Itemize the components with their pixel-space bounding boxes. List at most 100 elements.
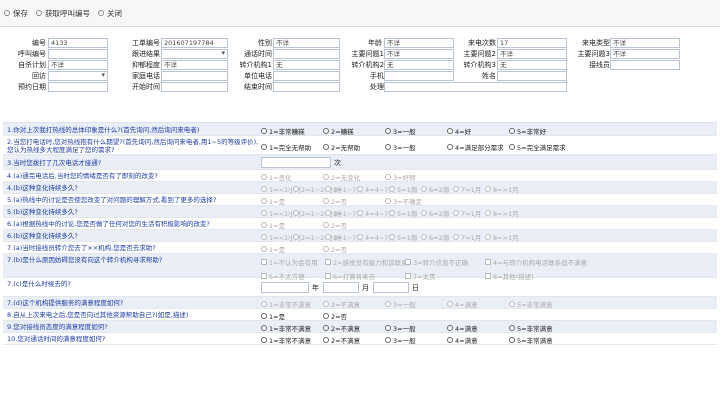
option-radio[interactable]: 2=1~24小时 [293,232,341,242]
option-radio[interactable]: 5=非常满意 [509,299,571,309]
option-radio[interactable]: 2=不满意 [323,335,385,345]
option-radio[interactable]: 2=不满意 [323,299,385,309]
field-handling[interactable] [384,82,567,92]
option-radio[interactable]: 8=>1月 [485,232,519,242]
option-checkbox[interactable]: 1=不认为会有用 [261,257,325,267]
option-radio[interactable]: 2=1~24小时 [293,184,341,194]
option-radio[interactable]: 2=糟糕 [323,126,385,136]
option-radio[interactable]: 3=一般 [385,299,447,309]
option-radio[interactable]: 5=1周 [389,184,421,194]
date-input-0[interactable] [261,282,309,293]
option-radio[interactable]: 2=否 [323,220,385,230]
field-home-phone[interactable] [161,71,228,81]
option-radio[interactable]: 1=<1小时 [261,208,301,218]
field-referral-2[interactable]: 无 [384,60,454,70]
option-radio[interactable]: 5=非常满意 [509,323,571,333]
option-radio[interactable]: 1=是 [261,311,323,321]
field-name[interactable] [497,71,567,81]
date-input-1[interactable] [323,282,359,293]
option-radio[interactable]: 2=否 [323,244,385,254]
option-radio[interactable]: 1=完全无帮助 [261,142,323,152]
option-radio[interactable]: 1=非常不满意 [261,299,323,309]
field-ticket[interactable]: 201607197784 [161,38,228,48]
call-attempts-input[interactable] [261,157,331,168]
field-work-phone[interactable] [273,71,340,81]
option-radio[interactable]: 4=4~7天 [357,184,395,194]
option-radio[interactable]: 4=满意 [447,335,509,345]
option-radio[interactable]: 1=非常糟糕 [261,126,323,136]
field-id[interactable]: 4133 [48,38,108,48]
option-radio[interactable]: 4=满足部分需求 [447,142,509,152]
option-radio[interactable]: 3=1~7天 [325,184,363,194]
field-problem-2[interactable]: 不详 [497,49,567,59]
field-revisit-select[interactable] [48,71,108,81]
option-radio[interactable]: 8=>1月 [485,208,519,218]
option-radio[interactable]: 1=是 [261,244,323,254]
field-referral-1[interactable]: 无 [273,60,340,70]
option-radio[interactable]: 2=否 [323,311,385,321]
option-radio[interactable]: 7=1月 [453,208,485,218]
option-radio[interactable]: 2=无帮助 [323,142,385,152]
option-radio[interactable]: 8=>1月 [485,184,519,194]
option-radio[interactable]: 1=是 [261,220,323,230]
field-appointment[interactable] [48,82,108,92]
option-radio[interactable]: 3=一般 [385,126,447,136]
field-referral-3[interactable]: 无 [497,60,567,70]
close-button[interactable]: 关闭 [98,8,122,19]
field-call-type[interactable]: 不详 [610,38,680,48]
option-radio[interactable]: 4=满意 [447,299,509,309]
option-radio[interactable]: 3=一般 [385,323,447,333]
option-checkbox[interactable]: 3=转介信息不正确 [405,257,485,267]
option-radio[interactable]: 6=2周 [421,232,453,242]
option-radio[interactable]: 5=非常满意 [509,335,571,345]
field-problem-1[interactable]: 不详 [384,49,454,59]
option-radio[interactable]: 1=是 [261,196,323,206]
option-radio[interactable]: 4=满意 [447,323,509,333]
field-call-id[interactable] [48,49,108,59]
option-radio[interactable]: 1=<1小时 [261,232,301,242]
field-suicide-plan[interactable]: 不详 [48,60,108,70]
option-radio[interactable]: 4=4~7天 [357,208,395,218]
field-end-time[interactable] [273,82,340,92]
field-call-time[interactable] [273,49,340,59]
option-radio[interactable]: 4=4~7天 [357,232,395,242]
option-radio[interactable]: 4=好 [447,126,509,136]
field-operator[interactable] [610,60,680,70]
option-radio[interactable]: 1=非常不满意 [261,323,323,333]
option-radio[interactable]: 1=非常不满意 [261,335,323,345]
field-start-time[interactable] [161,82,228,92]
option-radio[interactable]: 5=1周 [389,208,421,218]
option-checkbox[interactable]: 2=感觉没有能力和该联系 [325,257,408,267]
field-gender[interactable]: 不详 [273,38,340,48]
field-call-count[interactable]: 17 [497,38,567,48]
date-input-2[interactable] [373,282,409,293]
field-mobile[interactable] [384,71,454,81]
option-radio[interactable]: 5=非常好 [509,126,571,136]
option-radio[interactable]: 1=<1小时 [261,184,301,194]
option-radio[interactable]: 3=不确定 [385,196,447,206]
option-label: 2=否 [331,246,348,254]
option-radio[interactable]: 6=2周 [421,208,453,218]
save-button[interactable]: 保存 [4,8,28,19]
field-problem-3[interactable]: 不详 [610,49,680,59]
option-radio[interactable]: 2=1~24小时 [293,208,341,218]
option-checkbox[interactable]: 4=与转介机构电话联系但不满意 [485,257,605,267]
option-radio[interactable]: 2=否 [323,196,385,206]
option-radio[interactable]: 5=1周 [389,232,421,242]
get-call-id-button[interactable]: 获取呼叫编号 [36,8,90,19]
option-radio[interactable]: 1=恶化 [261,172,323,182]
option-radio[interactable]: 7=1月 [453,184,485,194]
option-radio[interactable]: 7=1月 [453,232,485,242]
option-radio[interactable]: 2=不满意 [323,323,385,333]
field-depression[interactable]: 不详 [161,60,228,70]
option-radio[interactable]: 5=完全满足需求 [509,142,571,152]
option-radio[interactable]: 6=2周 [421,184,453,194]
option-radio[interactable]: 3=1~7天 [325,232,363,242]
option-radio[interactable]: 2=无变化 [323,172,385,182]
option-radio[interactable]: 3=一般 [385,335,447,345]
option-radio[interactable]: 3=一般 [385,142,447,152]
option-radio[interactable]: 3=好转 [385,172,447,182]
option-radio[interactable]: 3=1~7天 [325,208,363,218]
field-age[interactable]: 不详 [384,38,454,48]
field-followup-select[interactable] [161,49,228,59]
